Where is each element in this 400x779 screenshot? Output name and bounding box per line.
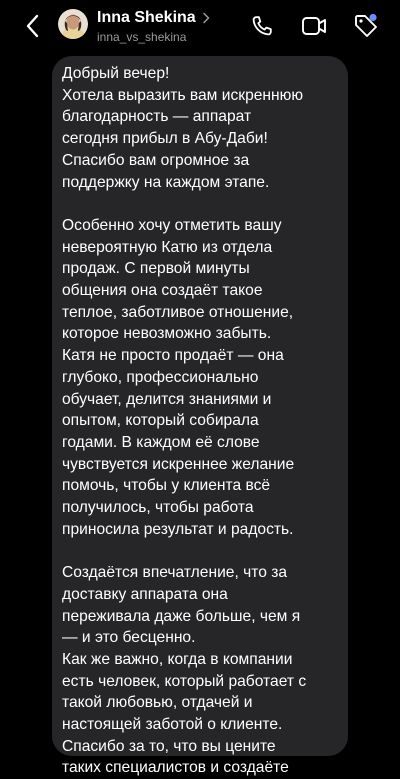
phone-icon: [252, 16, 272, 36]
message-line: Хотела выразить вам искреннюю: [62, 86, 304, 104]
message-line: общения она создаёт такое: [62, 282, 263, 300]
back-button[interactable]: [20, 12, 46, 40]
message-line: есть человек, который работает с: [62, 672, 307, 690]
message-line: получилось, чтобы работа: [62, 499, 254, 517]
message-line: Спасибо за то, что вы цените: [62, 737, 276, 755]
message-paragraph: Создаётся впечатление, что за доставку а…: [62, 562, 338, 779]
message-line: помочь, чтобы у клиента всё: [62, 477, 271, 495]
message-line: переживала даже больше, чем я: [62, 607, 301, 625]
message-line: доставку аппарата она: [62, 585, 228, 603]
message-line: сегодня прибыл в Абу-Даби!: [62, 130, 268, 148]
contact-handle: inna_vs_shekina: [97, 30, 187, 44]
message-line: обучает, делится знаниями и: [62, 390, 272, 408]
message-line: — и это бесценно.: [62, 629, 196, 647]
avatar[interactable]: [58, 9, 88, 39]
message-line: чувствуется искреннее желание: [62, 455, 295, 473]
message-paragraph: Особенно хочу отметить вашу невероятную …: [62, 215, 338, 541]
message-line: невероятную Катю из отдела: [62, 238, 273, 256]
video-camera-icon: [302, 17, 326, 35]
message-line: Особенно хочу отметить вашу: [62, 216, 282, 234]
message-line: благодарность — аппарат: [62, 108, 252, 126]
contact-name[interactable]: Inna Shekina: [97, 9, 211, 27]
message-line: глубоко, профессионально: [62, 368, 259, 386]
message-line: которое невозможно забыть.: [62, 325, 272, 343]
message-line: Катя не просто продаёт — она: [62, 347, 284, 365]
message-line: таких специалистов и создаёте: [62, 759, 289, 777]
message-paragraph: Добрый вечер! Хотела выразить вам искрен…: [62, 63, 338, 193]
call-button[interactable]: [248, 12, 276, 40]
message-line: Создаётся впечатление, что за: [62, 564, 288, 582]
message-bubble[interactable]: Добрый вечер! Хотела выразить вам искрен…: [52, 56, 348, 776]
message-line: годами. В каждом её слове: [62, 433, 260, 451]
tag-icon: [355, 13, 377, 37]
chat-header: Inna Shekina inna_vs_shekina: [0, 0, 400, 52]
contact-name-text: Inna Shekina: [97, 9, 196, 26]
chevron-right-icon: [202, 12, 209, 24]
video-call-button[interactable]: [300, 12, 328, 40]
message-line: приносила результат и радость.: [62, 520, 294, 538]
avatar-image: [58, 9, 88, 39]
message-line: настоящей заботой о клиенте.: [62, 716, 283, 734]
message-line: теплое, заботливое отношение,: [62, 303, 294, 321]
message-line: Добрый вечер!: [62, 65, 170, 82]
message-line: Спасибо вам огромное за: [62, 151, 250, 169]
message-line: Как же важно, когда в компании: [62, 650, 293, 668]
message-line: опытом, который собирала: [62, 412, 259, 430]
tag-button[interactable]: [352, 12, 380, 40]
notification-badge: [369, 13, 377, 22]
message-line: поддержку на каждом этапе.: [62, 173, 270, 191]
message-line: такой любовью, отдачей и: [62, 694, 253, 712]
message-line: продаж. С первой минуты: [62, 260, 250, 278]
chevron-left-icon: [26, 14, 39, 38]
